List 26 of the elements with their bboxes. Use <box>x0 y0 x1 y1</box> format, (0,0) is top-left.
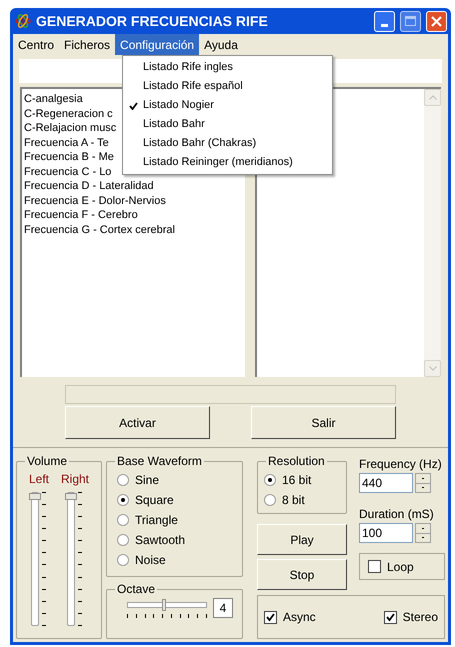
group-title: Volume <box>26 453 68 470</box>
radio-label: Square <box>135 492 174 509</box>
radio-label: Sawtooth <box>135 532 186 549</box>
radio-label: 8 bit <box>282 492 305 509</box>
dropdown-label: Listado Nogier <box>143 98 214 114</box>
field-label: Frequency (Hz) <box>359 456 443 473</box>
radio-label: Sine <box>135 472 160 489</box>
octave-value: 4 <box>213 598 233 618</box>
radio-label: Noise <box>135 552 166 569</box>
radio-label: Triangle <box>135 512 178 529</box>
checkbox-label: Async <box>283 609 316 626</box>
group-title: Resolution <box>267 453 326 470</box>
dropdown-label: Listado Rife ingles <box>143 60 233 76</box>
dropdown-label: Listado Bahr <box>143 117 205 132</box>
checkbox-label: Stereo <box>402 609 438 626</box>
group-title: Base Waveform <box>116 453 203 470</box>
dropdown-label: Listado Reininger (meridianos) <box>143 155 293 170</box>
channel-label: Right <box>60 471 89 488</box>
checkbox-label: Loop <box>387 558 414 576</box>
window-title: GENERADOR FRECUENCIAS RIFE <box>36 12 269 30</box>
group-title: Octave <box>116 581 156 598</box>
channel-label: Left <box>28 471 49 488</box>
dropdown-label: Listado Rife español <box>143 79 243 94</box>
radio-label: 16 bit <box>282 472 312 489</box>
field-label: Duration (mS) <box>359 506 435 523</box>
dropdown-label: Listado Bahr (Chakras) <box>143 136 256 152</box>
